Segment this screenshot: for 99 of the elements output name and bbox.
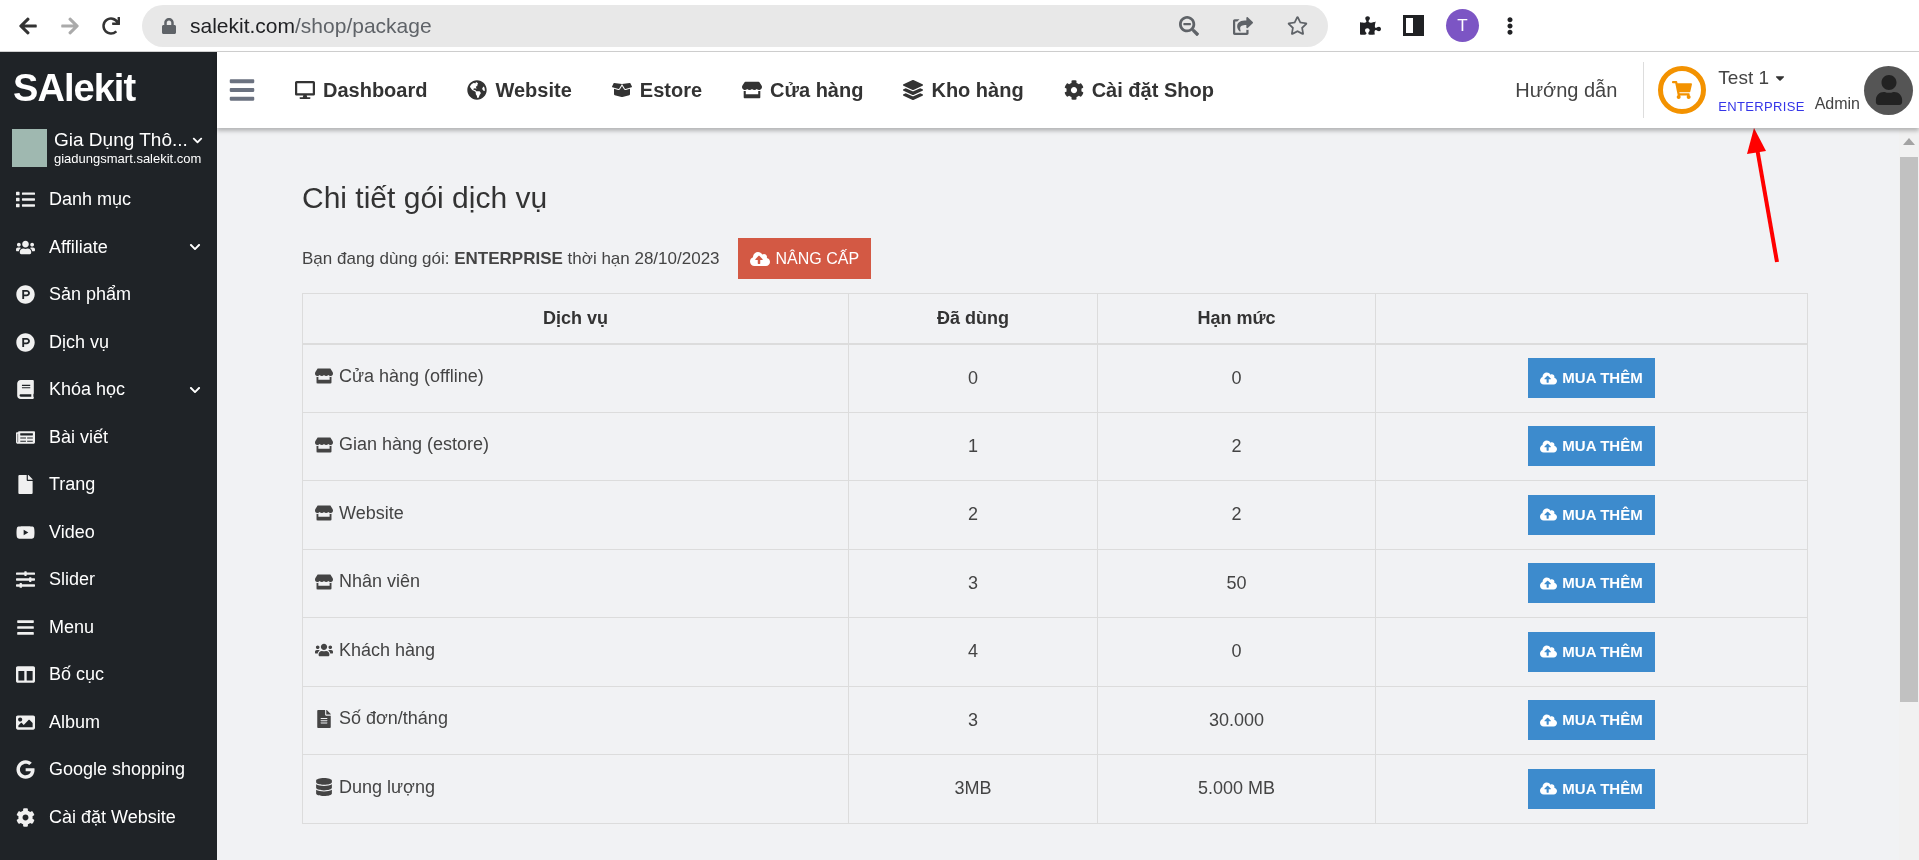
cart-icon (1672, 80, 1693, 100)
document-icon (16, 475, 35, 495)
sliders-icon (16, 570, 35, 590)
sidebar-item[interactable]: Khóa học (0, 366, 217, 414)
puzzle-icon[interactable] (1360, 15, 1381, 36)
nav-link[interactable]: Estore (611, 75, 703, 105)
buy-more-button[interactable]: MUA THÊM (1528, 631, 1655, 672)
shop-domain: giadungsmart.salekit.com (54, 151, 203, 167)
logo[interactable]: SAlekit (0, 52, 217, 124)
sidebar-item[interactable]: Affiliate (0, 223, 217, 271)
table-cell: 2 (1097, 412, 1376, 481)
lock-icon (162, 17, 176, 34)
menu-icon (16, 617, 35, 637)
table-cell: Gian hàng (estore) (302, 412, 849, 481)
role-label: Admin (1814, 94, 1860, 115)
store-icon (315, 367, 333, 386)
menu-icon[interactable] (227, 76, 257, 104)
sidebar-item[interactable]: Bố cục (0, 651, 217, 699)
share-icon[interactable] (1233, 15, 1253, 36)
sidebar-item[interactable]: Cài đặt Website (0, 793, 217, 841)
settings-icon (1063, 80, 1084, 100)
list-icon (16, 190, 35, 210)
table-cell: Cửa hàng (offline) (302, 343, 849, 412)
store-icon (742, 80, 763, 100)
sidebar-item[interactable]: Menu (0, 603, 217, 651)
book-icon (16, 380, 35, 400)
sidebar-item[interactable]: Bài viết (0, 413, 217, 461)
buy-more-button[interactable]: MUA THÊM (1528, 426, 1655, 467)
image-icon (16, 712, 35, 732)
star-icon[interactable] (1287, 15, 1308, 36)
table-cell: 0 (1097, 343, 1376, 412)
zoom-icon[interactable] (1179, 15, 1199, 36)
settings-icon (16, 807, 35, 827)
table-cell: 5.000 MB (1097, 754, 1376, 823)
shop-thumbnail (12, 129, 47, 167)
table-cell: 3MB (848, 754, 1098, 823)
person-silhouette-icon (1873, 75, 1904, 105)
nav-link[interactable]: Dashboard (295, 75, 428, 105)
table-cell: 2 (1097, 480, 1376, 549)
columns-icon (16, 665, 35, 685)
nav-link[interactable]: Website (467, 75, 572, 105)
table-cell: Dung lượng (302, 754, 849, 823)
address-bar[interactable]: salekit.com/shop/package (142, 4, 1328, 47)
sidebar-item[interactable]: Trang (0, 461, 217, 509)
back-icon[interactable] (18, 15, 38, 36)
nav-link[interactable]: Kho hàng (903, 75, 1024, 105)
table-cell: Khách hàng (302, 617, 849, 686)
g-letter-icon (16, 760, 35, 780)
plan-label: ENTERPRISE (1718, 97, 1805, 116)
upgrade-button[interactable]: NÂNG CẤP (737, 238, 872, 279)
document-icon (315, 709, 333, 728)
reload-icon[interactable] (102, 16, 120, 35)
column-header: Dịch vụ (302, 293, 849, 344)
buy-more-button[interactable]: MUA THÊM (1528, 768, 1655, 809)
table-cell: Website (302, 480, 849, 549)
table-cell: 0 (848, 343, 1098, 412)
table-cell: 30.000 (1097, 686, 1376, 755)
store-icon (315, 435, 333, 454)
globe-icon (467, 80, 488, 100)
table-cell: Số đơn/tháng (302, 686, 849, 755)
sidebar-item[interactable]: Slider (0, 556, 217, 604)
sidebar-item[interactable]: Album (0, 698, 217, 746)
monitor-icon (295, 80, 315, 100)
table-cell: 3 (848, 686, 1098, 755)
buy-more-button[interactable]: MUA THÊM (1528, 494, 1655, 535)
sidebar-item[interactable]: Danh mục (0, 176, 217, 224)
store-icon (315, 572, 333, 591)
box-icon (611, 80, 632, 100)
user-avatar[interactable] (1864, 65, 1913, 115)
table-cell: 0 (1097, 617, 1376, 686)
users-icon (315, 641, 333, 659)
page-title: Chi tiết gói dịch vụ (302, 180, 549, 216)
sidebar-item[interactable]: Google shopping (0, 746, 217, 794)
plan-info: Bạn đang dùng gói: ENTERPRISE thời hạn 28/10/2023 (302, 247, 720, 270)
sidebar-item[interactable]: Dịch vụ (0, 318, 217, 366)
table-cell: 3 (848, 549, 1098, 618)
nav-link[interactable]: Cài đặt Shop (1063, 75, 1214, 105)
shop-name[interactable]: Gia Dụng Thô... (54, 129, 188, 151)
table-cell: 1 (848, 412, 1098, 481)
table-cell: 50 (1097, 549, 1376, 618)
side-panel-icon[interactable] (1403, 15, 1424, 36)
sidebar-item[interactable]: Sản phẩm (0, 271, 217, 319)
table-cell: Nhân viên (302, 549, 849, 618)
store-icon (315, 504, 333, 522)
database-icon (315, 778, 333, 796)
profile-avatar[interactable]: T (1446, 9, 1479, 42)
sidebar-item[interactable]: Video (0, 508, 217, 556)
buy-more-button[interactable]: MUA THÊM (1528, 563, 1655, 604)
account-name[interactable]: Test 1 (1718, 63, 1769, 93)
column-header: Đã dùng (848, 293, 1098, 344)
column-header: Hạn mức (1097, 293, 1376, 344)
url-text: salekit.com/shop/package (190, 12, 433, 39)
table-cell: 2 (848, 480, 1098, 549)
buy-more-button[interactable]: MUA THÊM (1528, 700, 1655, 741)
guide-link[interactable]: Hướng dẫn (1515, 75, 1644, 105)
layers-icon (903, 80, 924, 100)
table-cell: 4 (848, 617, 1098, 686)
nav-link[interactable]: Cửa hàng (742, 75, 864, 105)
buy-more-button[interactable]: MUA THÊM (1528, 358, 1655, 398)
